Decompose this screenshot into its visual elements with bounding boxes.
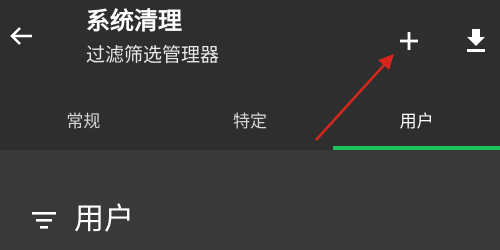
tab-specific-label: 特定 — [233, 111, 267, 132]
plus-icon — [400, 32, 418, 50]
page-subtitle: 过滤筛选管理器 — [86, 44, 220, 66]
page-title: 系统清理 — [86, 7, 182, 35]
add-button[interactable] — [392, 24, 426, 58]
tab-specific[interactable]: 特定 — [167, 92, 334, 150]
back-arrow-icon — [10, 27, 32, 45]
download-button[interactable] — [458, 22, 494, 58]
download-icon — [467, 29, 485, 52]
tab-general[interactable]: 常规 — [0, 92, 167, 150]
app-bar: 系统清理 过滤筛选管理器 常规 特定 用户 — [0, 0, 500, 150]
back-button[interactable] — [4, 18, 40, 54]
filter-icon — [32, 212, 56, 229]
tab-bar: 常规 特定 用户 — [0, 92, 500, 150]
section-title: 用户 — [74, 202, 134, 237]
tab-general-label: 常规 — [66, 111, 101, 132]
title-block: 系统清理 过滤筛选管理器 — [86, 6, 219, 68]
tab-user[interactable]: 用户 — [333, 92, 500, 150]
tab-user-label: 用户 — [399, 111, 434, 132]
